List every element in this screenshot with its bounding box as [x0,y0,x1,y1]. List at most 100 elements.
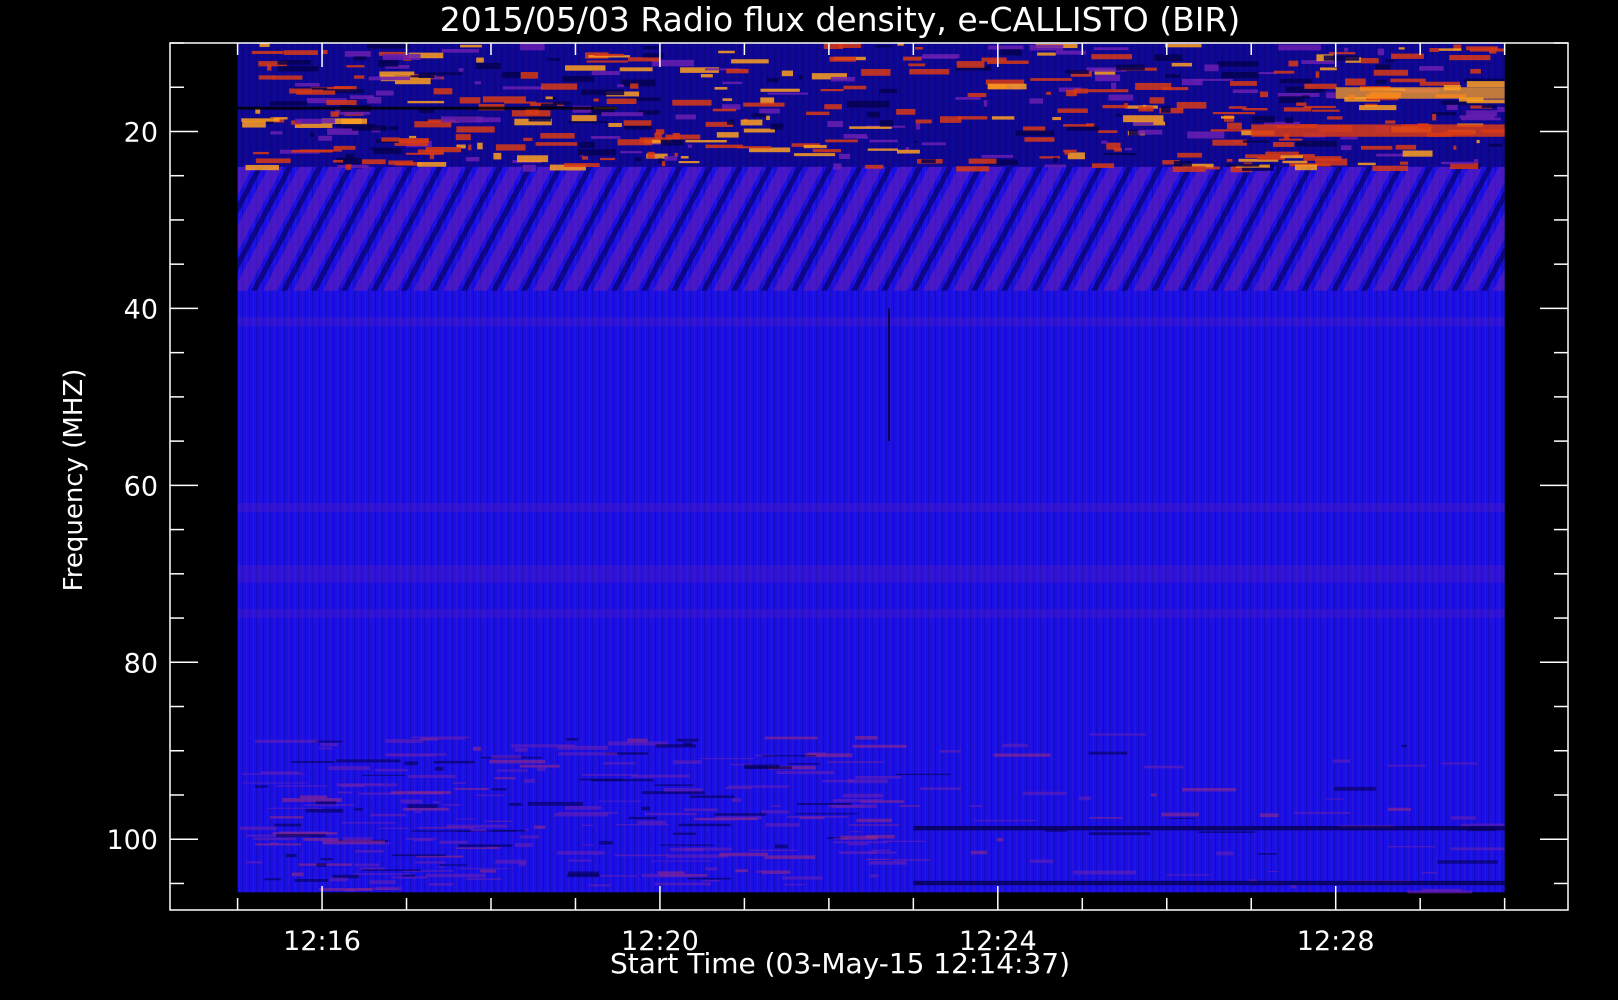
noise-streak [384,739,424,743]
rfi-streak [908,63,926,67]
y-tick-label: 40 [124,294,158,325]
noise-streak [1169,817,1194,820]
rfi-streak [1340,136,1358,140]
rfi-streak [1171,62,1193,67]
noise-streak [519,764,560,768]
rfi-streak [823,43,844,50]
noise-streak [391,876,427,879]
noise-streak [337,791,353,794]
noise-streak [666,854,728,858]
noise-streak [1260,813,1279,818]
rfi-streak [1278,138,1303,141]
x-axis-label: Start Time (03-May-15 12:14:37) [610,947,1070,980]
noise-streak [1029,859,1054,863]
rfi-streak [593,53,624,57]
rfi-streak [460,44,482,48]
noise-streak [786,815,848,818]
noise-streak [673,760,702,764]
noise-streak [362,774,406,776]
noise-streak [568,859,592,862]
noise-streak [637,820,666,825]
rfi-streak [896,108,916,115]
noise-streak [1161,812,1199,817]
rfi-streak [722,81,743,85]
rfi-streak [1212,111,1255,115]
rfi-streak [1123,115,1164,123]
noise-streak [514,747,528,752]
noise-streak [286,853,297,858]
noise-streak [973,819,1037,822]
rfi-streak [253,151,269,155]
rfi-streak [567,121,608,124]
noise-streak [466,878,502,881]
rfi-streak [675,114,696,120]
rfi-streak [608,122,622,128]
rfi-streak [988,83,1027,90]
noise-streak [1182,787,1237,792]
noise-streak [765,736,818,740]
noise-streak [336,759,401,763]
noise-streak [1089,832,1150,836]
noise-streak [765,823,800,827]
noise-streak [969,805,983,808]
rfi-streak [751,113,767,118]
noise-streak [657,871,685,875]
noise-streak [453,782,467,784]
rfi-streak [981,154,1014,158]
noise-streak [1325,798,1345,800]
rfi-streak [843,133,868,139]
rfi-streak [563,163,600,168]
rfi-streak [849,126,892,129]
noise-streak [246,861,263,864]
rfi-streak [678,161,700,164]
rfi-streak [1162,87,1189,91]
rfi-streak [353,56,367,61]
rfi-streak [337,164,369,168]
noise-streak [645,812,697,816]
rfi-streak [346,65,365,68]
rfi-streak [1273,142,1295,147]
rfi-streak [1053,157,1058,162]
noise-streak [565,806,602,810]
rfi-streak [915,47,923,50]
noise-streak [305,808,344,813]
noise-streak [651,860,713,862]
rfi-streak [740,119,763,126]
rfi-streak [1221,71,1259,79]
rfi-streak [1044,164,1066,168]
rfi-streak [685,139,727,143]
noise-streak [475,794,505,797]
rfi-streak [1124,147,1133,151]
rfi-streak [586,60,629,63]
noise-streak [776,771,834,775]
rfi-streak [562,75,595,82]
noise-streak [470,828,487,832]
rfi-streak [1302,95,1310,99]
rfi-streak [465,157,480,162]
noise-streak [1407,890,1472,894]
rfi-streak [781,70,794,77]
noise-streak [494,777,516,780]
noise-streak [1387,846,1435,848]
rfi-streak [766,115,770,121]
rfi-streak [1304,83,1337,89]
noise-streak [714,813,767,816]
rfi-streak [634,157,642,162]
noise-streak [762,755,816,757]
rfi-streak [760,88,800,92]
noise-streak [369,880,396,884]
rfi-streak [743,102,785,107]
rfi-streak [914,140,918,143]
rfi-streak [1288,60,1299,67]
rfi-streak [915,123,921,130]
rfi-streak [726,68,749,74]
rfi-streak [1360,145,1393,150]
noise-streak [735,869,748,873]
noise-streak [854,735,878,740]
rfi-streak [1385,59,1395,63]
rfi-streak [269,101,308,106]
noise-streak [354,863,380,867]
rfi-streak [277,60,312,65]
rfi-streak [375,90,394,96]
rfi-streak [680,156,689,159]
